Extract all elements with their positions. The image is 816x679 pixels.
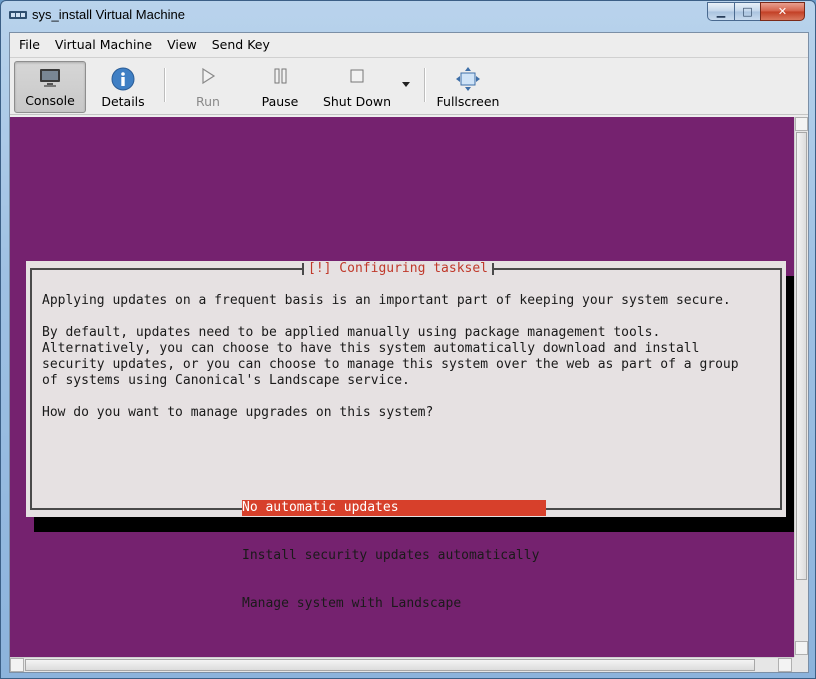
dialog-question: How do you want to manage upgrades on th… <box>42 405 434 420</box>
info-icon <box>111 67 135 91</box>
vertical-scroll-thumb[interactable] <box>796 132 807 580</box>
title-bar[interactable]: sys_install Virtual Machine ▁ □ ✕ <box>1 1 815 31</box>
option-manage-with-landscape[interactable]: Manage system with Landscape <box>242 596 546 612</box>
horizontal-scroll-thumb[interactable] <box>25 659 755 671</box>
fullscreen-label: Fullscreen <box>436 94 500 109</box>
details-button[interactable]: Details <box>90 61 156 113</box>
shut-down-dropdown-icon[interactable] <box>402 82 410 87</box>
pause-icon <box>274 68 287 84</box>
scroll-left-arrow-icon[interactable] <box>10 658 24 672</box>
menu-file[interactable]: File <box>10 37 46 52</box>
vm-window: sys_install Virtual Machine ▁ □ ✕ File V… <box>0 0 816 679</box>
shut-down-label: Shut Down <box>322 94 392 109</box>
console-label: Console <box>25 93 75 108</box>
maximize-button[interactable]: □ <box>734 2 760 21</box>
window-title: sys_install Virtual Machine <box>32 7 185 22</box>
scroll-up-arrow-icon[interactable] <box>795 117 808 131</box>
scroll-down-arrow-icon[interactable] <box>795 641 808 655</box>
fullscreen-icon <box>456 67 480 91</box>
toolbar-separator <box>424 68 426 102</box>
vm-console-display[interactable]: [!] Configuring tasksel Applying updates… <box>10 117 794 657</box>
minimize-button[interactable]: ▁ <box>707 2 734 21</box>
details-label: Details <box>101 94 145 109</box>
menu-bar: File Virtual Machine View Send Key <box>10 33 808 55</box>
vertical-scrollbar[interactable] <box>794 117 808 657</box>
menu-view[interactable]: View <box>158 37 203 52</box>
toolbar-separator <box>164 68 166 102</box>
window-client: File Virtual Machine View Send Key Conso… <box>9 32 809 673</box>
console-button[interactable]: Console <box>14 61 86 113</box>
pause-button[interactable]: Pause <box>250 61 310 113</box>
run-label: Run <box>196 94 220 109</box>
dialog-paragraph: Applying updates on a frequent basis is … <box>42 293 731 308</box>
close-button[interactable]: ✕ <box>760 2 805 21</box>
close-icon: ✕ <box>777 5 788 18</box>
scrollbar-corner <box>794 657 808 672</box>
fullscreen-button[interactable]: Fullscreen <box>432 61 504 113</box>
scroll-right-arrow-icon[interactable] <box>778 658 792 672</box>
stop-icon <box>350 69 364 83</box>
maximize-icon: □ <box>742 5 753 18</box>
horizontal-scrollbar[interactable] <box>10 657 794 672</box>
dialog-paragraph: By default, updates need to be applied m… <box>42 325 739 388</box>
toolbar: Console Details Run Pause Shut Down Full… <box>10 57 808 115</box>
virt-manager-app-icon <box>9 11 27 19</box>
run-button[interactable]: Run <box>178 61 238 113</box>
shut-down-button[interactable]: Shut Down <box>318 61 396 113</box>
dialog-title: [!] Configuring tasksel <box>302 261 495 277</box>
play-icon <box>202 67 216 85</box>
pause-label: Pause <box>261 94 299 109</box>
option-install-security-updates[interactable]: Install security updates automatically <box>242 548 546 564</box>
menu-virtual-machine[interactable]: Virtual Machine <box>46 37 158 52</box>
menu-send-key[interactable]: Send Key <box>203 37 276 52</box>
monitor-icon <box>40 69 60 87</box>
minimize-icon: ▁ <box>716 5 726 18</box>
option-no-automatic-updates[interactable]: No automatic updates <box>242 500 546 516</box>
update-options-list: No automatic updates Install security up… <box>242 468 546 644</box>
